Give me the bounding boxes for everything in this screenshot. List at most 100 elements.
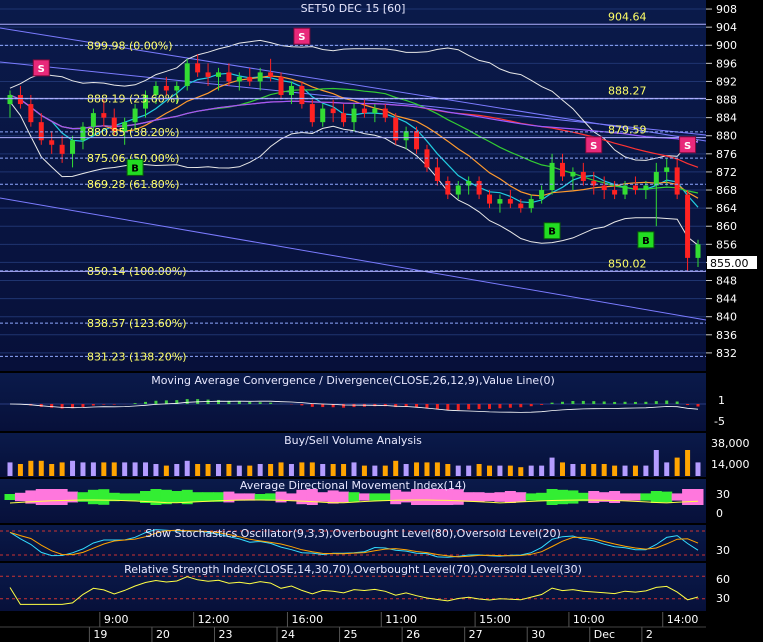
price-chart-title: SET50 DEC 15 [60]: [301, 2, 406, 15]
volume-bar: [90, 462, 96, 476]
candle-body: [90, 113, 96, 127]
volume-bar: [153, 464, 159, 476]
hour-label: 12:00: [198, 613, 230, 626]
adx-panel[interactable]: Average Directional Movement Index(14) 3…: [0, 479, 730, 523]
volume-bar: [612, 465, 618, 476]
fib-label: 831.23 (138.20%): [87, 350, 187, 363]
volume-bar: [674, 457, 680, 476]
volume-bar: [111, 462, 117, 476]
volume-bar: [268, 464, 274, 476]
volume-bar: [236, 465, 242, 476]
macd-tick-1: -5: [714, 415, 725, 428]
level-label: 888.27: [608, 84, 647, 97]
macd-panel[interactable]: Moving Average Convergence / Divergence(…: [0, 373, 725, 431]
volume-bar: [28, 460, 34, 476]
volume-bar: [257, 464, 263, 476]
hour-label: 10:00: [573, 613, 605, 626]
day-label: 25: [344, 628, 358, 641]
day-label: 26: [406, 628, 420, 641]
candle-body: [17, 95, 23, 105]
price-tick-label: 836: [716, 329, 737, 342]
candle-body: [101, 113, 107, 118]
volume-bar: [653, 450, 659, 476]
candle-body: [184, 63, 190, 86]
signal-letter: B: [642, 236, 650, 247]
volume-bar: [559, 462, 565, 476]
candle-body: [247, 76, 253, 82]
price-tick-label: 892: [716, 75, 737, 88]
candle-body: [653, 171, 659, 186]
day-label: 2: [646, 628, 653, 641]
candle-body: [601, 185, 607, 191]
volume-bar: [580, 464, 586, 476]
volume-bar: [330, 464, 336, 476]
signal-letter: B: [548, 227, 556, 238]
volume-bar: [403, 464, 409, 476]
last-price-marker: 855.00: [707, 256, 757, 270]
candle-body: [195, 63, 201, 73]
candle-body: [49, 140, 55, 145]
volume-bar: [497, 465, 503, 476]
fib-label: 880.85 (38.20%): [87, 126, 180, 139]
volume-bar: [278, 462, 284, 476]
stochastics-panel[interactable]: Slow Stochastics Oscillator(9,3,3),Overb…: [0, 525, 730, 561]
fib-label: 899.98 (0.00%): [87, 39, 173, 52]
candle-body: [226, 72, 232, 82]
volume-bar: [361, 465, 367, 476]
candle-body: [361, 108, 367, 114]
chart-root: 899.98 (0.00%) 888.19 (23.60%) 880.85 (38.…: [0, 0, 763, 642]
signal-letter: S: [298, 32, 305, 43]
candle-body: [80, 126, 86, 141]
macd-tick-0: 1: [718, 394, 725, 407]
volume-bar: [143, 462, 149, 476]
rsi-tick-1: 30: [716, 592, 730, 605]
volume-bar: [320, 464, 326, 476]
price-tick-label: 888: [716, 94, 737, 107]
price-panel[interactable]: 899.98 (0.00%) 888.19 (23.60%) 880.85 (38.…: [0, 0, 763, 371]
price-tick-label: 908: [716, 3, 737, 16]
signal-letter: S: [38, 64, 45, 75]
volume-bar: [664, 462, 670, 476]
volume-bar: [539, 465, 545, 476]
volume-bar: [518, 467, 524, 476]
candle-body: [278, 76, 284, 96]
signal-letter: S: [684, 141, 691, 152]
volume-bar: [372, 465, 378, 476]
volume-bar: [7, 462, 13, 476]
price-tick-label: 860: [716, 220, 737, 233]
price-tick-label: 832: [716, 347, 737, 360]
candle-body: [632, 185, 638, 191]
candle-body: [28, 104, 34, 123]
day-label: 27: [469, 628, 483, 641]
volume-bar: [17, 464, 23, 476]
hour-label: 9:00: [104, 613, 129, 626]
volume-bar: [205, 464, 211, 476]
volume-bar: [309, 462, 315, 476]
candle-body: [382, 108, 388, 118]
signal-letter: S: [590, 141, 597, 152]
candle-body: [205, 72, 211, 77]
volume-bar: [184, 460, 190, 476]
volume-bar: [445, 464, 451, 476]
price-tick-label: 884: [716, 112, 737, 125]
rsi-panel[interactable]: Relative Strength Index(CLOSE,14,30,70),…: [0, 563, 730, 611]
candle-body: [695, 244, 701, 258]
adx-title: Average Directional Movement Index(14): [240, 479, 466, 492]
volume-bar: [487, 465, 493, 476]
candle-body: [664, 167, 670, 172]
candle-body: [309, 104, 315, 123]
candle-body: [236, 76, 242, 82]
volume-bar: [174, 464, 180, 476]
volume-bar: [695, 462, 701, 476]
candle-body: [372, 108, 378, 114]
candle-body: [132, 108, 138, 123]
candle-body: [497, 199, 503, 204]
price-tick-label: 876: [716, 148, 737, 161]
candle-body: [674, 167, 680, 195]
volume-tick-0: 38,000: [711, 437, 750, 450]
candle-body: [215, 72, 221, 77]
hour-label: 14:00: [667, 613, 699, 626]
candle-body: [288, 85, 294, 96]
volume-panel[interactable]: Buy/Sell Volume Analysis 38,000 14,000: [0, 433, 750, 477]
hour-label: 16:00: [291, 613, 323, 626]
